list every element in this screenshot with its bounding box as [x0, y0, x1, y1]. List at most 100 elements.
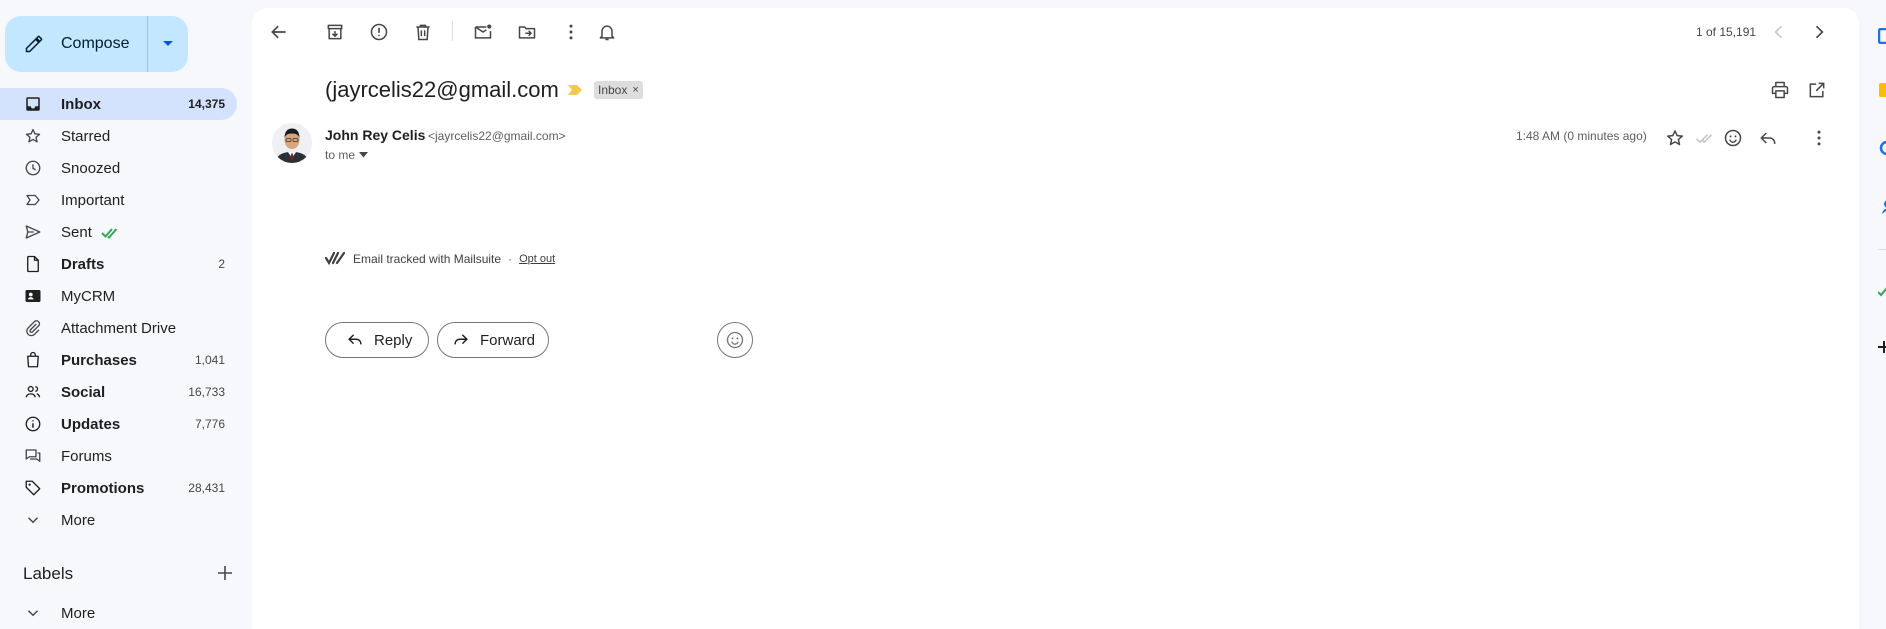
more-options-button[interactable] [561, 22, 581, 42]
back-button[interactable] [269, 22, 289, 42]
unread-count: 16,733 [188, 385, 225, 399]
chevron-right-icon [1815, 25, 1824, 39]
reply-label: Reply [374, 331, 413, 349]
pencil-icon [24, 34, 44, 54]
sidebar-item-snoozed[interactable]: Snoozed [0, 152, 237, 184]
add-reaction-button[interactable] [1723, 128, 1743, 148]
unread-count: 2 [218, 257, 225, 271]
opt-out-link[interactable]: Opt out [519, 253, 555, 265]
reply-button[interactable] [1758, 128, 1778, 148]
sidebar-item-label: Sent [61, 224, 92, 241]
add-label-button[interactable] [217, 565, 233, 581]
older-button[interactable] [1809, 22, 1829, 42]
sidebar-item-mycrm[interactable]: MyCRM [0, 280, 237, 312]
plus-icon [218, 566, 232, 580]
sidebar-item-label: Attachment Drive [61, 320, 177, 337]
open-new-window-button[interactable] [1807, 80, 1827, 100]
compose-options-button[interactable] [148, 16, 188, 72]
more-vert-icon [569, 24, 573, 40]
double-check-icon [101, 227, 121, 239]
newer-button[interactable] [1769, 22, 1789, 42]
mark-unread-button[interactable] [473, 22, 493, 42]
contacts-icon[interactable] [1878, 198, 1886, 214]
sidebar-item-drafts[interactable]: Drafts 2 [0, 248, 237, 280]
caret-down-icon [162, 40, 174, 48]
reply-icon [346, 332, 364, 348]
label-chip-text: Inbox [598, 83, 628, 97]
info-icon [24, 415, 42, 433]
importance-marker-icon[interactable] [567, 84, 583, 96]
mark-unread-icon [474, 24, 492, 39]
star-outline-icon [1667, 130, 1683, 146]
check-icon[interactable] [1878, 287, 1886, 297]
star-button[interactable] [1665, 128, 1685, 148]
forward-pill-button[interactable]: Forward [437, 322, 549, 358]
compose-main[interactable]: Compose [5, 16, 147, 72]
remove-label-icon[interactable]: × [632, 84, 638, 96]
message-subject: (jayrcelis22@gmail.com [325, 77, 559, 102]
mailsuite-tracking-notice: Email tracked with Mailsuite · Opt out [325, 252, 555, 266]
toolbar-divider [452, 21, 453, 41]
unread-count: 1,041 [194, 353, 225, 367]
keep-icon[interactable] [1878, 82, 1886, 98]
calendar-icon[interactable] [1878, 28, 1886, 44]
send-icon [24, 223, 42, 241]
compose-label: Compose [61, 35, 130, 52]
notifications-button[interactable] [597, 22, 617, 42]
inbox-icon [24, 95, 42, 113]
sidebar-item-more[interactable]: More [0, 504, 237, 536]
tracking-separator: · [508, 252, 513, 266]
forward-label: Forward [480, 331, 536, 349]
labels-title: Labels [23, 564, 74, 583]
emoji-icon [1724, 129, 1742, 147]
sender-name[interactable]: John Rey Celis [325, 127, 425, 143]
sidebar-item-inbox[interactable]: Inbox 14,375 [0, 88, 237, 120]
mailsuite-status-icon[interactable] [1695, 128, 1715, 148]
clock-icon [24, 159, 42, 177]
sidebar-item-updates[interactable]: Updates 7,776 [0, 408, 237, 440]
unread-count: 28,431 [188, 481, 225, 495]
nav-list: Inbox 14,375 Starred Snoozed Important S… [0, 88, 237, 536]
tracking-text: Email tracked with Mailsuite [353, 252, 502, 266]
sidebar-item-social[interactable]: Social 16,733 [0, 376, 237, 408]
sidebar-item-label: Starred [61, 128, 111, 145]
sidebar-item-label: Snoozed [61, 160, 121, 177]
move-to-button[interactable] [517, 22, 537, 42]
sidebar-item-sent[interactable]: Sent [0, 216, 237, 248]
sidebar-item-label: Important [61, 192, 125, 209]
recipients-toggle[interactable]: to me [325, 148, 369, 162]
sidebar-item-forums[interactable]: Forums [0, 440, 237, 472]
message-time: 1:48 AM (0 minutes ago) [1516, 129, 1647, 143]
emoji-reaction-button[interactable] [717, 322, 753, 358]
sidebar-item-label: Purchases [61, 352, 137, 369]
avatar[interactable] [272, 123, 312, 163]
contact-card-icon [24, 287, 42, 305]
label-chip-inbox: Inbox × [594, 81, 643, 99]
tag-icon [24, 479, 42, 497]
open-in-new-icon [1809, 82, 1825, 98]
sidebar-item-purchases[interactable]: Purchases 1,041 [0, 344, 237, 376]
sidebar-item-label: Forums [61, 448, 112, 465]
labels-more-button[interactable]: More [0, 597, 237, 629]
sidebar-item-label: Promotions [61, 480, 145, 497]
print-button[interactable] [1770, 80, 1790, 100]
delete-button[interactable] [413, 22, 433, 42]
report-spam-button[interactable] [369, 22, 389, 42]
sidebar-item-attachment-drive[interactable]: Attachment Drive [0, 312, 237, 344]
sidebar-item-starred[interactable]: Starred [0, 120, 237, 152]
chevron-left-icon [1774, 25, 1783, 39]
tasks-icon[interactable] [1878, 140, 1886, 156]
arrow-back-icon [271, 25, 286, 39]
sidebar-item-important[interactable]: Important [0, 184, 237, 216]
sidebar-item-label: Drafts [61, 256, 105, 273]
reply-icon [1760, 132, 1776, 144]
message-more-button[interactable] [1809, 128, 1829, 148]
add-addon-icon[interactable] [1878, 340, 1886, 354]
label-important-icon [24, 191, 42, 209]
archive-button[interactable] [325, 22, 345, 42]
sidebar-item-promotions[interactable]: Promotions 28,431 [0, 472, 237, 504]
bell-icon [599, 25, 615, 41]
compose-button[interactable]: Compose [5, 16, 188, 72]
reply-pill-button[interactable]: Reply [325, 322, 429, 358]
report-icon [370, 23, 388, 41]
